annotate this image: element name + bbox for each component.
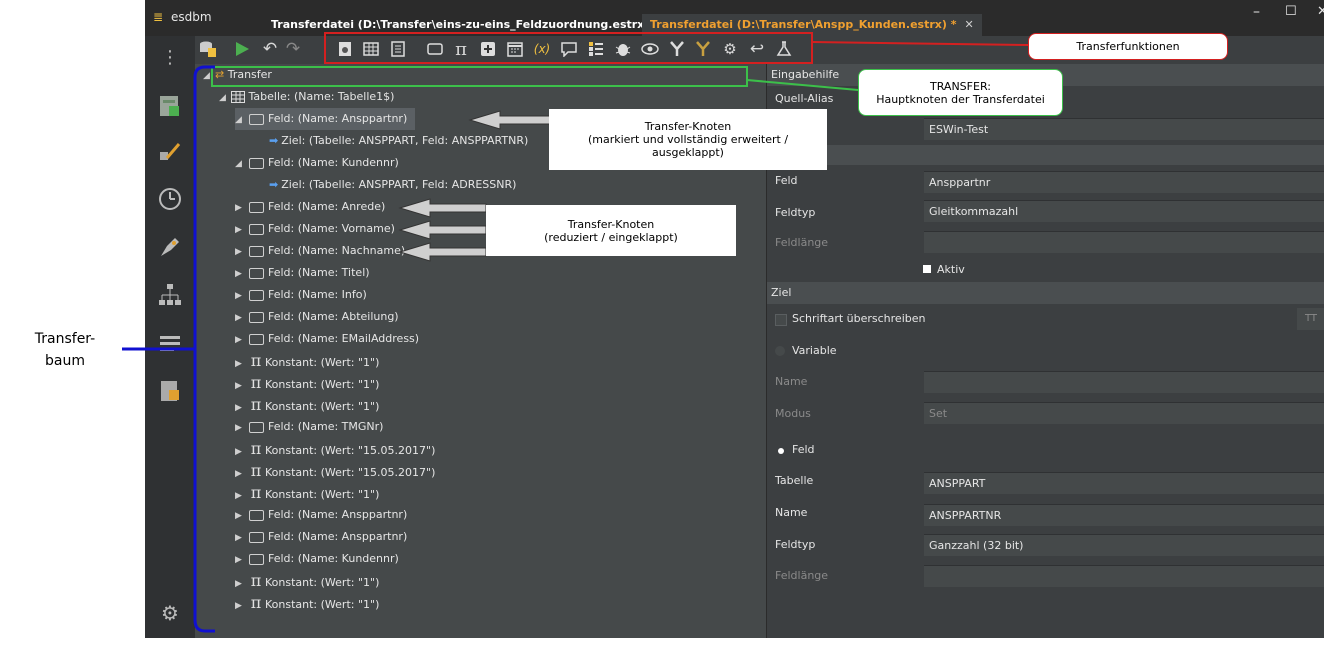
- annotation-overlay: [122, 32, 1029, 633]
- transfer-root-callout: TRANSFER: Hauptknoten der Transferdatei: [858, 69, 1063, 116]
- label-line: Transfer-: [34, 331, 96, 347]
- annotation-arrow: [468, 110, 554, 130]
- callout-title: Transfer-Knoten: [567, 217, 655, 231]
- toolbar-connector-line: [811, 41, 1029, 46]
- callout-text: Transferfunktionen: [1076, 40, 1180, 53]
- annotation-arrow: [398, 220, 487, 240]
- callout-subtitle: (markiert und vollständig erweitert / au…: [587, 133, 789, 159]
- annotation-arrow: [398, 242, 487, 262]
- transferfunktionen-callout: Transferfunktionen: [1028, 33, 1228, 60]
- root-connector-line: [746, 79, 859, 91]
- toolbar-highlight: [324, 32, 813, 64]
- label-line: baum: [45, 353, 85, 369]
- transferbaum-label: Transfer- baum: [20, 328, 110, 372]
- root-highlight: [211, 66, 748, 87]
- callout-title: TRANSFER:: [930, 79, 991, 93]
- callout-subtitle: (reduziert / eingeklappt): [544, 230, 678, 244]
- annotation-arrow: [398, 198, 487, 218]
- tree-bracket: [193, 65, 215, 633]
- knoten-collapsed-callout: Transfer-Knoten (reduziert / eingeklappt…: [486, 205, 736, 256]
- knoten-expanded-callout: Transfer-Knoten (markiert und vollständi…: [549, 109, 827, 170]
- callout-title: Transfer-Knoten: [644, 120, 732, 133]
- callout-subtitle: Hauptknoten der Transferdatei: [876, 92, 1045, 106]
